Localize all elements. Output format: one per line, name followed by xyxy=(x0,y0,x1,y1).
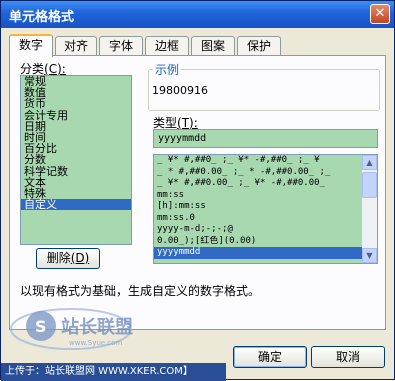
tab-number[interactable]: 数字 xyxy=(9,34,53,57)
logo-text: 站长联盟 xyxy=(61,316,133,338)
format-item[interactable]: mm:ss.0 xyxy=(154,213,362,225)
format-list-scrollbar[interactable]: ▲ ▼ xyxy=(362,155,377,263)
type-label-text: 类型 xyxy=(153,116,178,130)
tab-border[interactable]: 边框 xyxy=(145,36,189,56)
title-bar: 单元格格式 ✕ xyxy=(1,1,394,28)
tab-label: 数字 xyxy=(18,38,43,52)
type-input[interactable]: yyyymmdd xyxy=(153,129,378,148)
cancel-button[interactable]: 取消 xyxy=(311,346,385,368)
ok-button[interactable]: 确定 xyxy=(233,346,307,368)
category-label-key: (C): xyxy=(44,62,66,76)
tab-alignment[interactable]: 对齐 xyxy=(55,36,97,56)
format-item[interactable]: _ * #,##0.00_ ;_ * -#,##0.00_ ;_ xyxy=(154,167,362,179)
category-list[interactable]: 常规 数值 货币 会计专用 日期 时间 百分比 分数 科学记数 文本 特殊 自定… xyxy=(20,75,132,245)
category-item[interactable]: 科学记数 xyxy=(21,165,131,177)
tab-patterns[interactable]: 图案 xyxy=(191,36,235,56)
category-item[interactable]: 分数 xyxy=(21,154,131,165)
format-item[interactable]: 0.00_);[红色](0.00) xyxy=(154,236,362,248)
category-item-selected[interactable]: 自定义 xyxy=(21,199,131,211)
tab-label: 字体 xyxy=(108,39,133,53)
upload-watermark-bar: 上传于：站长联盟网 WWW.XKER.COM】 xyxy=(1,363,226,381)
delete-button-key: (D) xyxy=(70,251,90,265)
delete-button[interactable]: 删除(D) xyxy=(36,248,100,269)
sample-label: 示例 xyxy=(153,61,182,78)
format-item[interactable]: _ ¥* #,##0_ ;_ ¥* -#,##0_ ;_ ¥ xyxy=(154,155,362,167)
format-item[interactable]: mm:ss xyxy=(154,190,362,202)
logo-url: www.Syue.com xyxy=(69,339,122,347)
delete-button-label: 删除 xyxy=(46,251,71,265)
tab-label: 边框 xyxy=(154,39,179,53)
number-tab-panel: 分类(C): 常规 数值 货币 会计专用 日期 时间 百分比 分数 科学记数 文… xyxy=(9,55,386,330)
category-item[interactable]: 货币 xyxy=(21,98,131,109)
format-item[interactable]: _ ¥* #,##0.00_ ;_ ¥* -#,##0.00_ xyxy=(154,178,362,190)
tab-protection[interactable]: 保护 xyxy=(237,36,281,56)
format-code-list[interactable]: _ ¥* #,##0_ ;_ ¥* -#,##0_ ;_ ¥ _ * #,##0… xyxy=(153,154,378,264)
tab-font[interactable]: 字体 xyxy=(99,36,143,56)
scroll-thumb[interactable] xyxy=(362,172,377,198)
format-cells-dialog: 单元格格式 ✕ 数字 对齐 字体 边框 图案 保护 分类(C): 常规 数值 货… xyxy=(0,0,395,381)
tab-label: 图案 xyxy=(200,39,225,53)
format-item[interactable]: yyyy-m-d;-;-;@ xyxy=(154,224,362,236)
logo-letter: S xyxy=(35,317,47,336)
scroll-up-icon[interactable]: ▲ xyxy=(362,155,377,170)
scroll-down-icon[interactable]: ▼ xyxy=(362,248,377,263)
category-label-text: 分类 xyxy=(20,62,45,76)
type-label-key: (T): xyxy=(177,116,198,130)
tab-label: 对齐 xyxy=(63,39,88,53)
format-item-selected[interactable]: yyyymmdd xyxy=(154,247,362,259)
close-button[interactable]: ✕ xyxy=(370,4,390,24)
close-icon: ✕ xyxy=(374,6,386,21)
format-item[interactable]: [h]:mm:ss xyxy=(154,201,362,213)
site-logo-watermark: S 站长联盟 www.Syue.com xyxy=(10,308,133,350)
tab-label: 保护 xyxy=(246,39,271,53)
dialog-title: 单元格格式 xyxy=(9,10,75,25)
sample-value: 19800916 xyxy=(152,84,208,97)
